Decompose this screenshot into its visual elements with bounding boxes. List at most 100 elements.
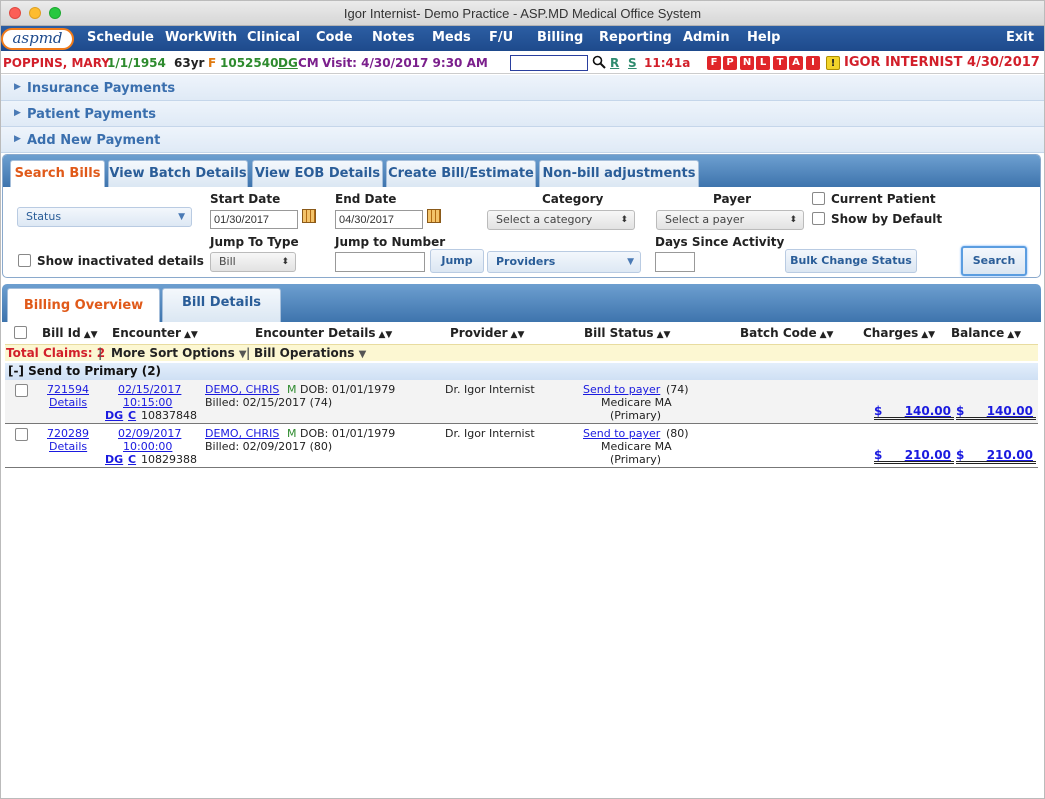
menu-fu[interactable]: F/U: [489, 30, 513, 45]
menu-help[interactable]: Help: [747, 30, 780, 45]
insurance-payments-section[interactable]: ▶ Insurance Payments: [0, 75, 1045, 101]
patient-search-input[interactable]: [510, 55, 588, 71]
bill-status-link[interactable]: Send to payer: [583, 427, 660, 440]
category-select[interactable]: Select a category ⬍: [487, 210, 635, 230]
category-select-value: Select a category: [496, 213, 593, 226]
bill-status-link[interactable]: Send to payer: [583, 383, 660, 396]
payer-select[interactable]: Select a payer ⬍: [656, 210, 804, 230]
jump-button[interactable]: Jump: [430, 249, 484, 273]
patient-link[interactable]: DEMO, CHRIS: [205, 427, 279, 440]
menu-meds[interactable]: Meds: [432, 30, 471, 45]
encounter-time-link[interactable]: 10:00:00: [123, 440, 172, 453]
bill-id-link[interactable]: 721594: [47, 383, 89, 396]
status-dropdown[interactable]: Status ▼: [17, 207, 192, 227]
section-label: Patient Payments: [27, 107, 157, 122]
menu-reporting[interactable]: Reporting: [599, 30, 672, 45]
flag-p[interactable]: P: [723, 56, 737, 70]
tab-billing-overview[interactable]: Billing Overview: [7, 288, 160, 322]
row-checkbox[interactable]: [15, 384, 28, 397]
encounter-c-link[interactable]: C: [128, 453, 136, 466]
patient-cm[interactable]: CM: [298, 56, 319, 70]
col-batch-code[interactable]: Batch Code ▲▼: [740, 326, 833, 340]
menu-schedule[interactable]: Schedule: [87, 30, 154, 45]
flag-t[interactable]: T: [773, 56, 787, 70]
menu-billing[interactable]: Billing: [537, 30, 583, 45]
col-bill-status[interactable]: Bill Status ▲▼: [584, 326, 670, 340]
flag-l[interactable]: L: [756, 56, 770, 70]
details-link[interactable]: Details: [49, 396, 87, 409]
group-send-to-primary[interactable]: [-] Send to Primary (2): [5, 363, 1038, 380]
col-provider-label: Provider: [450, 326, 508, 340]
encounter-dg-link[interactable]: DG: [105, 453, 123, 466]
tab-create-bill-estimate[interactable]: Create Bill/Estimate: [386, 160, 536, 187]
tab-search-bills[interactable]: Search Bills: [10, 160, 105, 187]
menu-code[interactable]: Code: [316, 30, 353, 45]
menu-workwith[interactable]: WorkWith: [165, 30, 237, 45]
search-icon[interactable]: [592, 55, 606, 69]
search-button[interactable]: Search: [961, 246, 1027, 276]
col-balance[interactable]: Balance ▲▼: [951, 326, 1021, 340]
jump-type-select[interactable]: Bill ⬍: [210, 252, 296, 272]
flag-i[interactable]: I: [806, 56, 820, 70]
col-charges[interactable]: Charges ▲▼: [863, 326, 935, 340]
bill-operations-label: Bill Operations: [254, 346, 355, 360]
tab-non-bill-adjustments[interactable]: Non-bill adjustments: [539, 160, 699, 187]
flag-f[interactable]: F: [707, 56, 721, 70]
menu-exit[interactable]: Exit: [1006, 30, 1034, 45]
encounter-time-link[interactable]: 10:15:00: [123, 396, 172, 409]
col-encounter-details[interactable]: Encounter Details ▲▼: [255, 326, 392, 340]
jump-number-input[interactable]: [335, 252, 425, 272]
encounter-date-link[interactable]: 02/09/2017: [118, 427, 181, 440]
patient-dg-link[interactable]: DG: [278, 56, 298, 70]
tab-view-batch-details[interactable]: View Batch Details: [108, 160, 248, 187]
tab-view-eob-details[interactable]: View EOB Details: [252, 160, 383, 187]
providers-dropdown[interactable]: Providers ▼: [487, 251, 641, 273]
bill-id-link[interactable]: 720289: [47, 427, 89, 440]
toolbar-divider: |: [98, 346, 103, 360]
encounter-date-link[interactable]: 02/15/2017: [118, 383, 181, 396]
more-sort-options-menu[interactable]: More Sort Options ▼: [111, 346, 247, 360]
calendar-icon[interactable]: [302, 209, 316, 223]
show-inactivated-checkbox[interactable]: [18, 254, 31, 267]
flag-n[interactable]: N: [740, 56, 754, 70]
add-new-payment-section[interactable]: ▶ Add New Payment: [0, 127, 1045, 153]
encounter-c-link[interactable]: C: [128, 409, 136, 422]
days-since-activity-input[interactable]: [655, 252, 695, 272]
balance-amount[interactable]: $ 210.00: [956, 448, 1036, 464]
billed-info: Billed: 02/09/2017 (80): [205, 440, 333, 453]
main-menubar: aspmd Schedule WorkWith Clinical Code No…: [0, 26, 1045, 51]
charges-amount[interactable]: $ 210.00: [874, 448, 954, 464]
menu-notes[interactable]: Notes: [372, 30, 415, 45]
patient-r-link[interactable]: R: [610, 56, 619, 70]
col-encounter[interactable]: Encounter ▲▼: [112, 326, 198, 340]
patient-payments-section[interactable]: ▶ Patient Payments: [0, 101, 1045, 127]
show-by-default-checkbox[interactable]: [812, 212, 825, 225]
row-checkbox[interactable]: [15, 428, 28, 441]
bulk-change-status-button[interactable]: Bulk Change Status: [785, 249, 917, 273]
start-date-input[interactable]: [210, 210, 298, 229]
charges-amount[interactable]: $ 140.00: [874, 404, 954, 420]
expand-arrow-icon: ▶: [14, 82, 21, 92]
menu-clinical[interactable]: Clinical: [247, 30, 300, 45]
menu-admin[interactable]: Admin: [683, 30, 730, 45]
col-bill-id[interactable]: Bill Id ▲▼: [42, 326, 98, 340]
group-label: [-] Send to Primary (2): [8, 364, 162, 378]
current-patient-checkbox[interactable]: [812, 192, 825, 205]
flag-a[interactable]: A: [789, 56, 803, 70]
warning-icon[interactable]: !: [826, 56, 840, 70]
encounter-dg-link[interactable]: DG: [105, 409, 123, 422]
patient-s-link[interactable]: S: [628, 56, 637, 70]
toolbar-divider: |: [246, 346, 251, 360]
patient-name[interactable]: POPPINS, MARY: [3, 56, 110, 70]
balance-amount[interactable]: $ 140.00: [956, 404, 1036, 420]
tab-bill-details[interactable]: Bill Details: [162, 288, 281, 322]
select-all-checkbox[interactable]: [14, 326, 27, 339]
updown-caret-icon: ⬍: [620, 215, 628, 225]
calendar-icon[interactable]: [427, 209, 441, 223]
patient-link[interactable]: DEMO, CHRIS: [205, 383, 279, 396]
end-date-input[interactable]: [335, 210, 423, 229]
col-provider[interactable]: Provider ▲▼: [450, 326, 524, 340]
details-link[interactable]: Details: [49, 440, 87, 453]
bill-operations-menu[interactable]: Bill Operations ▼: [254, 346, 366, 360]
bill-status-count: (74): [666, 383, 689, 396]
